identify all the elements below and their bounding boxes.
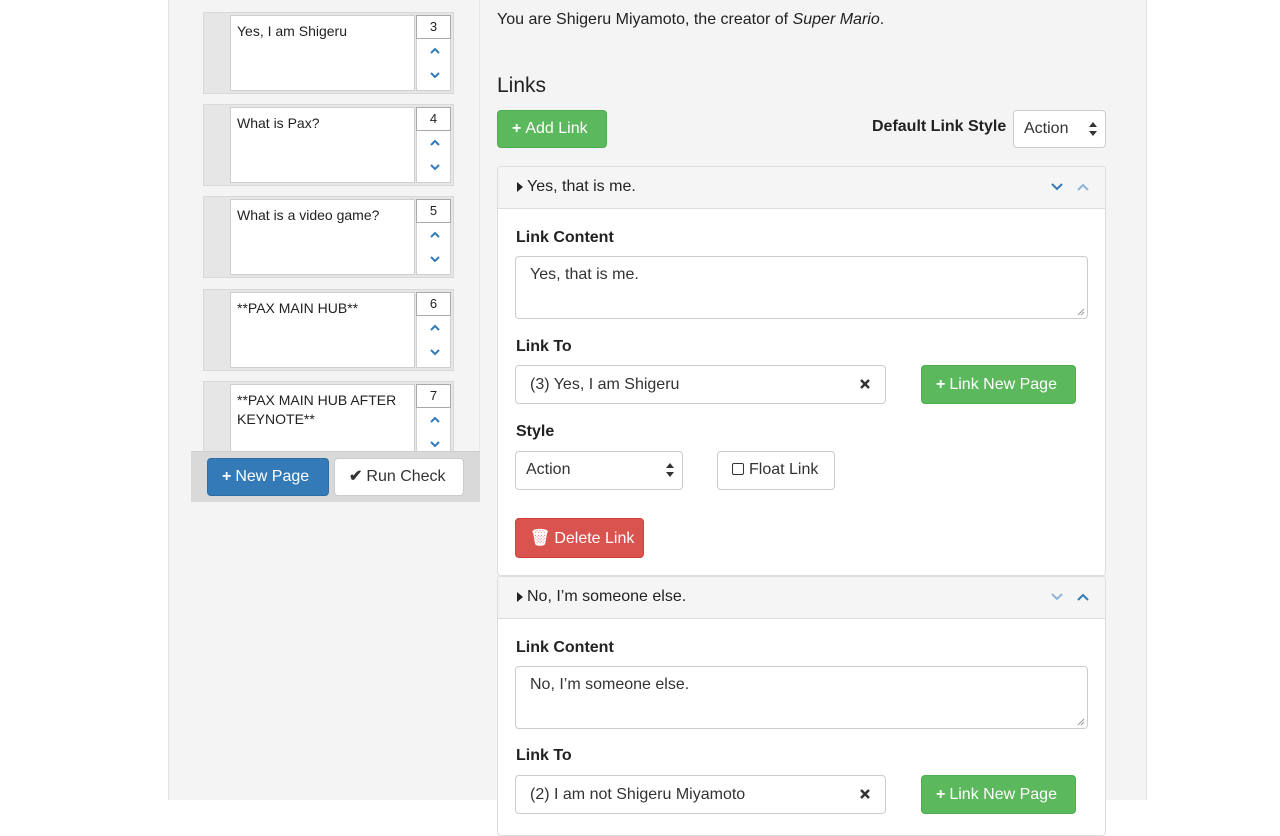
page-card[interactable]: **PAX MAIN HUB AFTER KEYNOTE** 7 [203, 381, 454, 452]
move-up-icon[interactable] [429, 322, 441, 334]
link-content-label: Link Content [516, 229, 614, 246]
reorder-controls [416, 408, 451, 452]
resize-handle-icon[interactable] [1077, 718, 1085, 726]
plus-icon: + [222, 468, 232, 485]
link-panel-title: Yes, that is me. [527, 178, 636, 195]
link-new-page-button[interactable]: + Link New Page [921, 775, 1076, 814]
link-to-value: (3) Yes, I am Shigeru [530, 376, 680, 393]
move-link-up-icon[interactable] [1076, 180, 1090, 194]
move-down-icon[interactable] [429, 438, 441, 450]
float-link-label: Float Link [749, 461, 819, 478]
move-up-icon[interactable] [429, 45, 441, 57]
move-down-icon[interactable] [429, 253, 441, 265]
sidebar-footer: + New Page ✔ Run Check [191, 451, 480, 502]
page-card[interactable]: **PAX MAIN HUB** 6 [203, 289, 454, 371]
move-up-icon[interactable] [429, 137, 441, 149]
select-arrows-icon [666, 463, 674, 477]
clear-icon[interactable] [859, 378, 871, 390]
intro-emphasis: Super Mario [792, 11, 880, 28]
default-link-style-label: Default Link Style [872, 118, 1007, 135]
page-title-field[interactable]: Yes, I am Shigeru [230, 15, 415, 91]
collapse-caret-icon[interactable] [517, 182, 523, 192]
link-content-label: Link Content [516, 639, 614, 656]
checkbox-icon [732, 463, 744, 475]
page-number-field[interactable]: 4 [416, 107, 451, 131]
select-arrows-icon [1089, 122, 1097, 136]
page-card[interactable]: What is Pax? 4 [203, 104, 454, 186]
reorder-controls [416, 39, 451, 91]
new-page-button[interactable]: + New Page [207, 458, 329, 496]
plus-icon: + [936, 376, 946, 393]
link-content-textarea[interactable]: No, I’m someone else. [515, 666, 1088, 729]
links-heading: Links [497, 74, 547, 97]
page-title-field[interactable]: What is Pax? [230, 107, 415, 183]
page-number-field[interactable]: 5 [416, 199, 451, 223]
plus-icon: + [512, 120, 522, 137]
page-number-field[interactable]: 7 [416, 384, 451, 408]
page-number-field[interactable]: 6 [416, 292, 451, 316]
resize-handle-icon[interactable] [1077, 308, 1085, 316]
trash-icon: 🗑 [530, 530, 551, 547]
move-link-up-icon[interactable] [1076, 590, 1090, 604]
page-number-field[interactable]: 3 [416, 15, 451, 39]
add-link-label: Add Link [525, 120, 588, 137]
delete-link-button[interactable]: 🗑 Delete Link [515, 518, 644, 558]
move-link-down-icon[interactable] [1050, 180, 1064, 194]
move-down-icon[interactable] [429, 346, 441, 358]
page-title-field[interactable]: **PAX MAIN HUB AFTER KEYNOTE** [230, 384, 415, 452]
move-up-icon[interactable] [429, 414, 441, 426]
link-new-page-label: Link New Page [949, 786, 1057, 803]
link-panel-title: No, I’m someone else. [527, 588, 687, 605]
move-down-icon[interactable] [429, 69, 441, 81]
link-content-value: Yes, that is me. [530, 266, 639, 283]
link-style-select[interactable]: Action [515, 451, 683, 490]
delete-link-label: Delete Link [554, 530, 635, 547]
clear-icon[interactable] [859, 788, 871, 800]
default-link-style-select[interactable]: Action [1013, 110, 1106, 148]
page-intro-text: You are Shigeru Miyamoto, the creator of… [497, 10, 884, 30]
link-to-label: Link To [516, 338, 572, 355]
page-sidebar: Yes, I am Shigeru 3 What is Pax? 4 What … [191, 0, 480, 502]
link-content-value: No, I’m someone else. [530, 676, 690, 693]
reorder-controls [416, 131, 451, 183]
style-label: Style [516, 423, 555, 440]
collapse-caret-icon[interactable] [517, 592, 523, 602]
new-page-label: New Page [235, 468, 310, 485]
link-to-value: (2) I am not Shigeru Miyamoto [530, 786, 746, 803]
link-content-textarea[interactable]: Yes, that is me. [515, 256, 1088, 319]
intro-text: You are Shigeru Miyamoto, the creator of [497, 11, 793, 28]
plus-icon: + [936, 786, 946, 803]
move-link-down-icon[interactable] [1050, 590, 1064, 604]
page-title-field[interactable]: **PAX MAIN HUB** [230, 292, 415, 368]
link-panel-header[interactable]: Yes, that is me. [498, 167, 1105, 209]
link-to-select[interactable]: (2) I am not Shigeru Miyamoto [515, 775, 886, 814]
reorder-controls [416, 316, 451, 368]
add-link-button[interactable]: + Add Link [497, 110, 607, 148]
link-new-page-label: Link New Page [949, 376, 1057, 393]
move-down-icon[interactable] [429, 161, 441, 173]
link-to-label: Link To [516, 747, 572, 764]
float-link-toggle[interactable]: Float Link [717, 451, 835, 490]
intro-suffix: . [879, 11, 885, 28]
link-panel-header[interactable]: No, I’m someone else. [498, 577, 1105, 619]
checkmark-icon: ✔ [349, 468, 363, 485]
page-title-field[interactable]: What is a video game? [230, 199, 415, 275]
run-check-button[interactable]: ✔ Run Check [334, 458, 464, 496]
reorder-controls [416, 223, 451, 275]
run-check-label: Run Check [366, 468, 446, 485]
link-to-select[interactable]: (3) Yes, I am Shigeru [515, 365, 886, 404]
page-editor: You are Shigeru Miyamoto, the creator of… [480, 0, 1147, 836]
move-up-icon[interactable] [429, 229, 441, 241]
default-link-style-value: Action [1024, 120, 1069, 137]
link-panel: No, I’m someone else. Link Content No, I… [497, 576, 1106, 836]
page-list[interactable]: Yes, I am Shigeru 3 What is Pax? 4 What … [203, 0, 454, 452]
page-card[interactable]: What is a video game? 5 [203, 196, 454, 278]
page-card[interactable]: Yes, I am Shigeru 3 [203, 12, 454, 94]
link-new-page-button[interactable]: + Link New Page [921, 365, 1076, 404]
link-style-value: Action [526, 461, 571, 478]
link-panel: Yes, that is me. Link Content Yes, that … [497, 166, 1106, 576]
